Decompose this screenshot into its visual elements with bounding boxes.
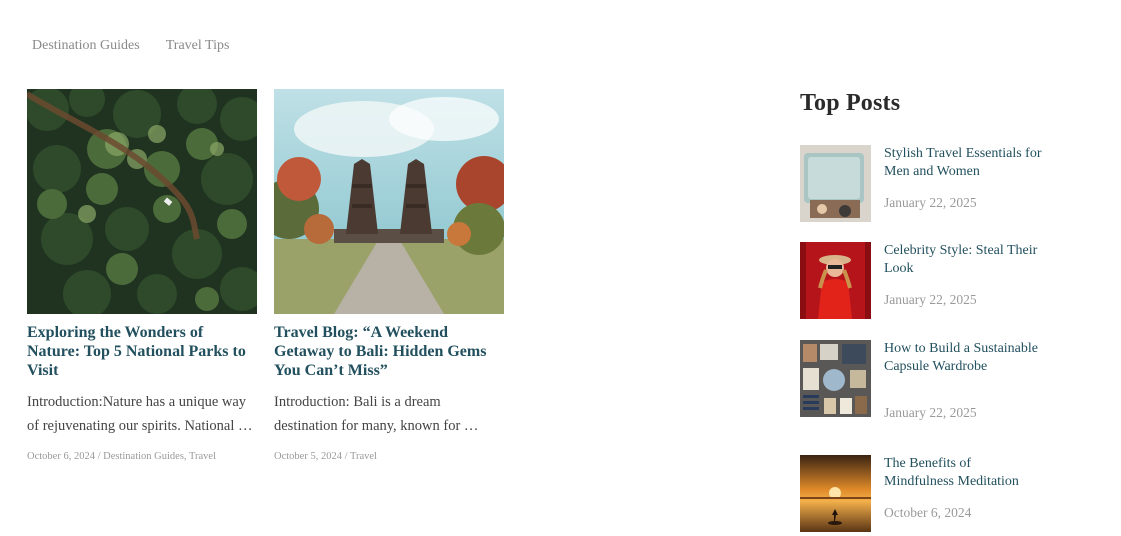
top-post-title[interactable]: Celebrity Style: Steal Their Look (884, 242, 1044, 278)
article-excerpt: Introduction:Nature has a unique way of … (27, 394, 253, 434)
article-title[interactable]: Travel Blog: “A Weekend Getaway to Bali:… (274, 323, 504, 380)
top-post-thumbnail[interactable] (800, 145, 871, 222)
article-meta: October 6, 2024 / Destination Guides, Tr… (27, 451, 216, 462)
sunset-meditation-image (800, 455, 871, 532)
top-post-thumbnail[interactable] (800, 340, 871, 417)
article-title[interactable]: Exploring the Wonders of Nature: Top 5 N… (27, 323, 257, 380)
top-post-title[interactable]: How to Build a Sustainable Capsule Wardr… (884, 340, 1044, 376)
top-post-date: January 22, 2025 (884, 195, 977, 210)
article-card: Travel Blog: “A Weekend Getaway to Bali:… (274, 89, 504, 462)
top-post-title[interactable]: The Benefits of Mindfulness Meditation (884, 455, 1044, 491)
top-posts-sidebar: Top Posts Stylish Travel Essentials for … (800, 90, 1060, 532)
article-excerpt: Introduction: Bali is a dream destinatio… (274, 394, 479, 434)
top-post-title[interactable]: Stylish Travel Essentials for Men and Wo… (884, 145, 1044, 181)
category-nav: Destination Guides Travel Tips (32, 38, 229, 54)
flatlay-clothes-image (800, 340, 871, 417)
article-date: October 5, 2024 (274, 451, 342, 462)
woman-red-dress-image (800, 242, 871, 319)
article-meta: October 5, 2024 / Travel (274, 451, 504, 462)
top-post-thumbnail[interactable] (800, 242, 871, 319)
top-post-thumbnail[interactable] (800, 455, 871, 532)
article-card: Exploring the Wonders of Nature: Top 5 N… (27, 89, 257, 462)
nav-destination-guides[interactable]: Destination Guides (32, 38, 140, 54)
article-date: October 6, 2024 (27, 451, 95, 462)
meta-separator: / (341, 451, 350, 462)
bali-temple-image (274, 89, 504, 314)
aerial-forest-image (27, 89, 257, 314)
sidebar-heading: Top Posts (800, 90, 901, 116)
article-thumbnail-forest[interactable] (27, 89, 257, 314)
category-link-travel[interactable]: Travel (350, 451, 377, 462)
category-link-destination-guides[interactable]: Destination Guides (103, 451, 184, 462)
top-post-date: October 6, 2024 (884, 505, 972, 520)
top-post-date: January 22, 2025 (884, 405, 977, 420)
category-link-travel[interactable]: Travel (189, 451, 216, 462)
article-thumbnail-bali[interactable] (274, 89, 504, 314)
nav-travel-tips[interactable]: Travel Tips (166, 38, 230, 54)
top-post-date: January 22, 2025 (884, 292, 977, 307)
suitcase-image (800, 145, 871, 222)
meta-separator: / (94, 451, 104, 462)
